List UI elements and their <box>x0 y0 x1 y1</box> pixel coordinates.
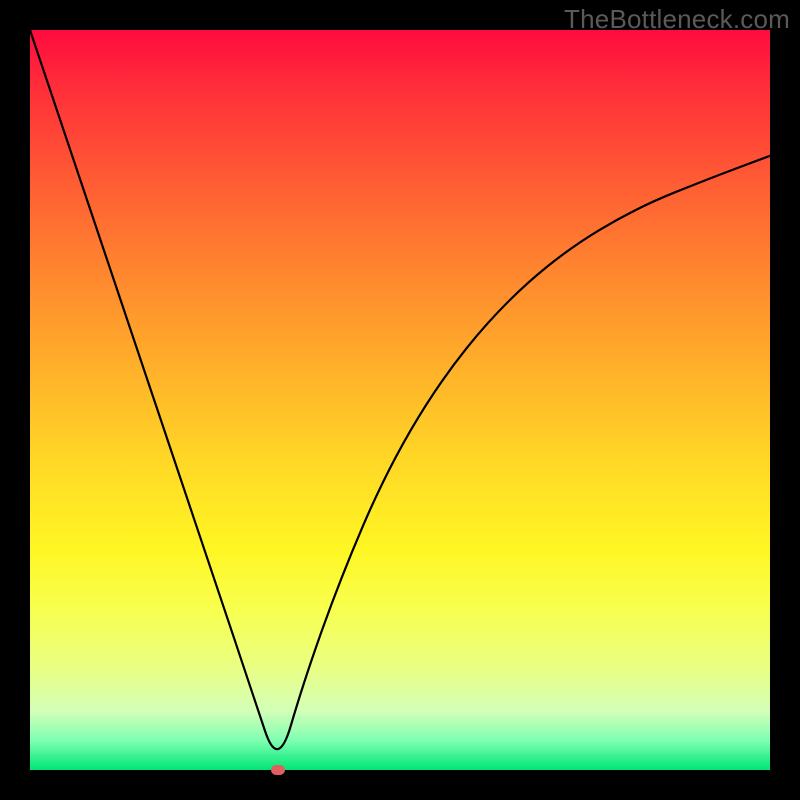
bottleneck-marker <box>271 765 285 775</box>
bottleneck-curve-path <box>30 30 770 749</box>
plot-area <box>30 30 770 770</box>
chart-frame: TheBottleneck.com <box>0 0 800 800</box>
branding-text: TheBottleneck.com <box>564 4 790 35</box>
curve-svg <box>30 30 770 770</box>
